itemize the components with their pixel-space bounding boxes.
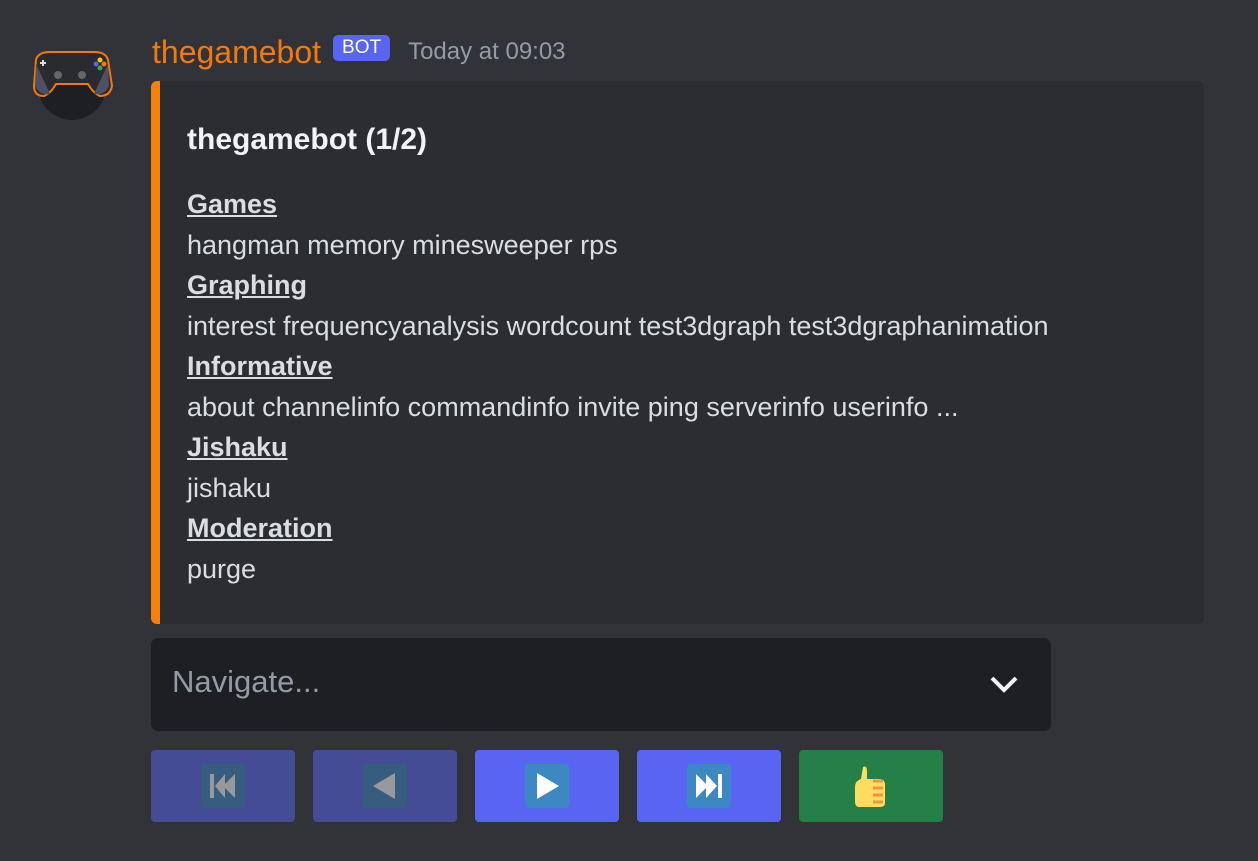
embed-title: thegamebot (1/2)	[187, 123, 428, 156]
next-page-icon	[525, 764, 569, 808]
field-value-graphing: interest frequencyanalysis wordcount tes…	[187, 311, 1049, 341]
select-placeholder: Navigate...	[172, 664, 321, 699]
field-name-jishaku: Jishaku	[187, 432, 288, 462]
field-name-graphing: Graphing	[187, 270, 307, 300]
embed: thegamebot (1/2) Games hangman memory mi…	[151, 81, 1204, 624]
last-page-icon	[687, 764, 731, 808]
thumbs-up-button[interactable]	[799, 750, 943, 822]
first-page-button[interactable]	[151, 750, 295, 822]
previous-page-button[interactable]	[313, 750, 457, 822]
game-controller-icon	[32, 51, 114, 120]
first-page-icon	[201, 764, 245, 808]
field-value-games: hangman memory minesweeper rps	[187, 230, 618, 260]
author-name[interactable]: thegamebot	[152, 34, 321, 71]
field-name-games: Games	[187, 189, 278, 219]
chevron-down-icon	[990, 676, 1018, 693]
previous-page-icon	[363, 764, 407, 808]
thumbs-up-icon	[855, 766, 885, 807]
field-value-moderation: purge	[187, 554, 257, 584]
message-header: thegamebot BOT Today at 09:03	[152, 30, 566, 74]
bot-badge: BOT	[333, 35, 391, 61]
next-page-button[interactable]	[475, 750, 619, 822]
field-name-informative: Informative	[187, 351, 333, 381]
embed-fields: Games hangman memory minesweeper rps Gra…	[187, 185, 1049, 590]
field-name-moderation: Moderation	[187, 513, 333, 543]
field-value-informative: about channelinfo commandinfo invite pin…	[187, 392, 959, 422]
pagination-buttons	[151, 750, 943, 822]
bot-avatar[interactable]	[30, 42, 114, 122]
field-value-jishaku: jishaku	[187, 473, 272, 503]
navigate-select[interactable]: Navigate...	[151, 638, 1051, 731]
message-timestamp[interactable]: Today at 09:03	[408, 38, 565, 66]
last-page-button[interactable]	[637, 750, 781, 822]
